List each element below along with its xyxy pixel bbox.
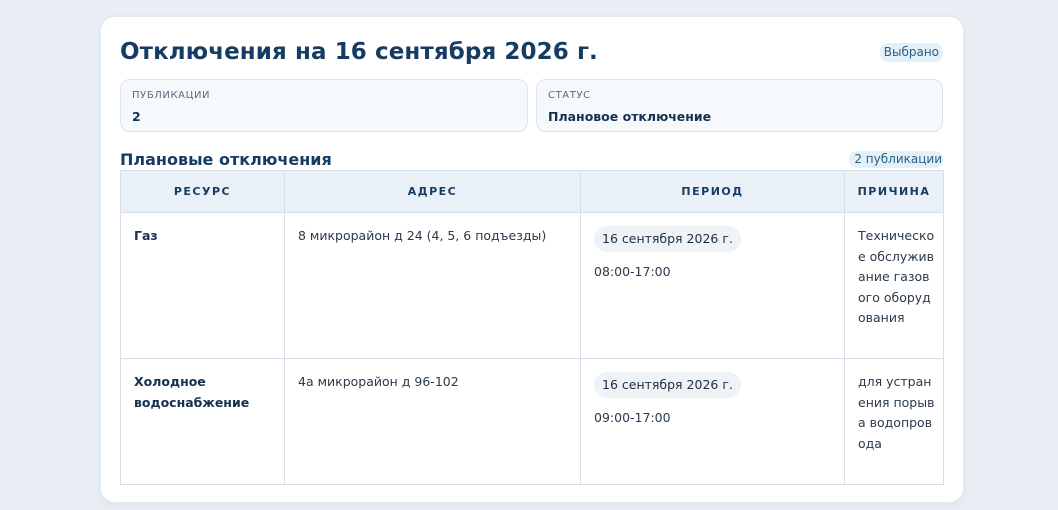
publications-count-badge: 2 публикации	[849, 151, 943, 168]
resource-cell: Газ	[120, 212, 285, 359]
column-header-address[interactable]: АДРЕС	[284, 170, 581, 213]
time-range: 09:00-17:00	[594, 410, 671, 425]
status-label: СТАТУС	[548, 90, 591, 101]
status-value: Плановое отключение	[548, 109, 712, 124]
status-stat: СТАТУС Плановое отключение	[536, 79, 943, 132]
period-cell: 16 сентября 2026 г. 08:00-17:00	[580, 212, 845, 359]
resource-cell: Холодное водоснабжение	[120, 358, 285, 485]
outage-card: Отключения на 16 сентября 2026 г. Выбран…	[101, 17, 963, 502]
column-header-period[interactable]: ПЕРИОД	[580, 170, 845, 213]
address-cell: 4а микрорайон д 96-102	[284, 358, 581, 485]
publications-value: 2	[132, 109, 141, 124]
period-cell: 16 сентября 2026 г. 09:00-17:00	[580, 358, 845, 485]
table-header-row: РЕСУРС АДРЕС ПЕРИОД ПРИЧИНА	[120, 170, 944, 213]
table-row[interactable]: Газ 8 микрорайон д 24 (4, 5, 6 подъезды)…	[120, 212, 944, 359]
time-range: 08:00-17:00	[594, 264, 671, 279]
address-cell: 8 микрорайон д 24 (4, 5, 6 подъезды)	[284, 212, 581, 359]
column-header-resource[interactable]: РЕСУРС	[120, 170, 285, 213]
reason-cell: Техническое обслуживание газового оборуд…	[844, 212, 944, 359]
page-title: Отключения на 16 сентября 2026 г.	[120, 39, 598, 65]
publications-stat: ПУБЛИКАЦИИ 2	[120, 79, 528, 132]
column-header-reason[interactable]: ПРИЧИНА	[844, 170, 944, 213]
outages-table: РЕСУРС АДРЕС ПЕРИОД ПРИЧИНА Газ 8 микрор…	[120, 170, 944, 485]
date-pill: 16 сентября 2026 г.	[594, 372, 741, 398]
table-row[interactable]: Холодное водоснабжение 4а микрорайон д 9…	[120, 358, 944, 485]
section-title: Плановые отключения	[120, 150, 332, 169]
selected-badge[interactable]: Выбрано	[879, 43, 943, 62]
reason-cell: для устранения порыва водопровода	[844, 358, 944, 485]
date-pill: 16 сентября 2026 г.	[594, 226, 741, 252]
publications-label: ПУБЛИКАЦИИ	[132, 90, 211, 101]
